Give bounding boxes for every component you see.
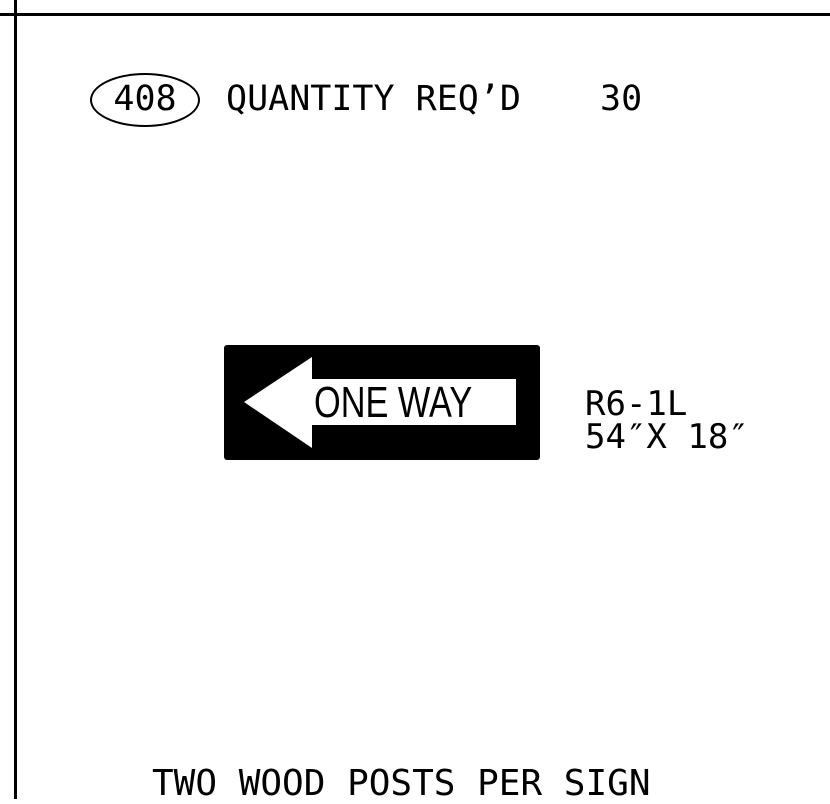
quantity-label: QUANTITY REQ’D [226,79,522,119]
sign-size: 54″X 18″ [585,417,749,457]
installation-note: TWO WOOD POSTS PER SIGN [152,763,651,804]
drawing-border-horizontal [0,13,830,16]
drawing-border-vertical [14,0,17,799]
sign-code: R6-1L [585,384,688,424]
callout-number: 408 [113,79,177,119]
sign-legend: ONE WAY [314,378,473,427]
quantity-value: 30 [600,79,643,119]
